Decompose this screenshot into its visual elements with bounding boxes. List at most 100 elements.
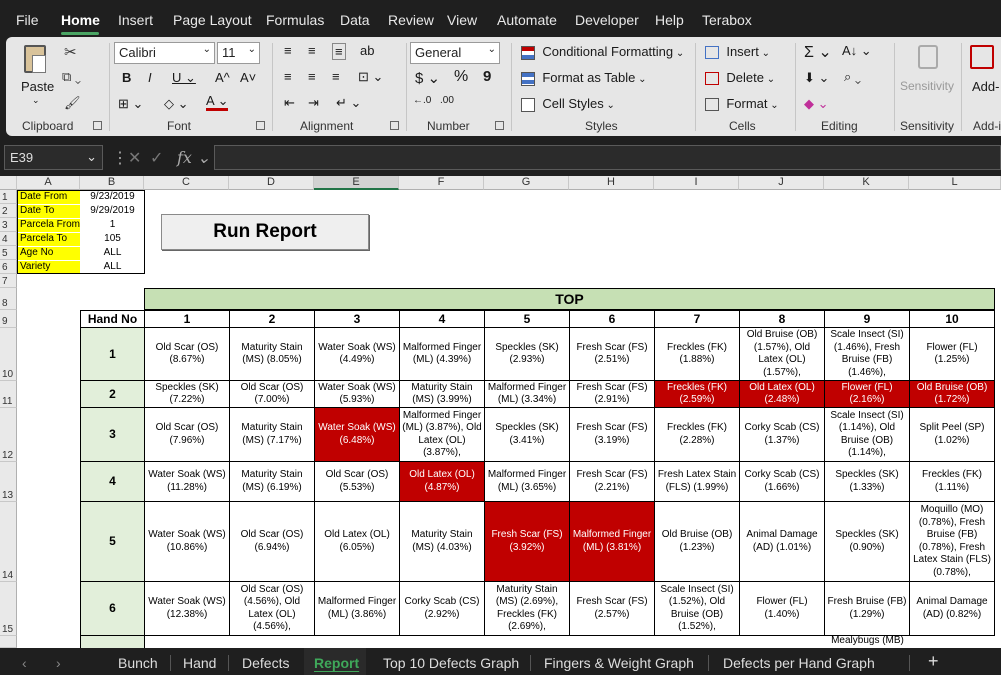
param-value[interactable]: 1: [81, 219, 144, 232]
defect-cell[interactable]: Speckles (SK) (0.90%): [825, 502, 910, 582]
column-header[interactable]: L: [909, 176, 1001, 190]
defect-cell[interactable]: Fresh Scar (FS) (2.21%): [570, 462, 655, 502]
cell-styles-button[interactable]: Cell Styles ⌄: [521, 96, 615, 112]
comma-icon[interactable]: 9: [483, 68, 491, 85]
find-select-icon[interactable]: ⌕ ⌄: [844, 69, 861, 85]
delete-cells-button[interactable]: Delete ⌄: [705, 70, 775, 86]
font-color-icon[interactable]: A ⌄: [206, 94, 229, 111]
scroll-left-icon[interactable]: ‹: [22, 655, 27, 671]
defect-cell[interactable]: Animal Damage (AD) (0.82%): [910, 582, 995, 636]
defect-cell[interactable]: Water Soak (WS) (10.86%): [145, 502, 230, 582]
defect-cell[interactable]: Maturity Stain (MS) (8.05%): [230, 328, 315, 381]
row-header[interactable]: 8: [0, 288, 17, 310]
paste-button[interactable]: Paste ⌄: [16, 43, 56, 105]
bold-button[interactable]: B: [122, 70, 131, 85]
defect-cell[interactable]: Split Peel (SP) (1.02%): [910, 408, 995, 462]
defect-cell[interactable]: Corky Scab (CS) (1.37%): [740, 408, 825, 462]
defect-cell[interactable]: Malformed Finger (ML) (3.86%): [315, 582, 400, 636]
defect-cell[interactable]: Malformed Finger (ML) (3.87%), Old Latex…: [400, 408, 485, 462]
menu-tab-developer[interactable]: Developer: [575, 12, 639, 28]
font-name-select[interactable]: Calibri ⌄: [114, 42, 215, 64]
scroll-right-icon[interactable]: ›: [56, 655, 61, 671]
defect-cell[interactable]: Freckles (FK) (2.28%): [655, 408, 740, 462]
number-format-select[interactable]: General ⌄: [410, 42, 500, 64]
defect-cell[interactable]: Old Scar (OS) (8.67%): [145, 328, 230, 381]
defect-cell[interactable]: Old Scar (OS) (7.00%): [230, 381, 315, 408]
defect-cell[interactable]: Fresh Scar (FS) (2.91%): [570, 381, 655, 408]
defect-cell[interactable]: Water Soak (WS) (11.28%): [145, 462, 230, 502]
sensitivity-button[interactable]: Sensitivity: [899, 43, 957, 103]
defect-cell[interactable]: Speckles (SK) (7.22%): [145, 381, 230, 408]
defect-cell[interactable]: Speckles (SK) (2.93%): [485, 328, 570, 381]
cancel-icon[interactable]: ✕: [128, 148, 141, 168]
defect-cell[interactable]: Malformed Finger (ML) (4.39%): [400, 328, 485, 381]
defect-cell[interactable]: Flower (FL) (1.25%): [910, 328, 995, 381]
row-header[interactable]: 9: [0, 310, 17, 328]
defect-cell[interactable]: Water Soak (WS) (12.38%): [145, 582, 230, 636]
param-value[interactable]: 105: [81, 233, 144, 246]
decrease-indent-icon[interactable]: ⇤: [284, 95, 295, 111]
row-header[interactable]: 7: [0, 274, 17, 288]
defect-cell[interactable]: Freckles (FK) (1.11%): [910, 462, 995, 502]
defect-cell[interactable]: Moquillo (MO) (0.78%), Fresh Bruise (FB)…: [910, 502, 995, 582]
defect-cell[interactable]: Fresh Bruise (FB) (1.29%): [825, 582, 910, 636]
fill-color-icon[interactable]: ◇ ⌄: [164, 96, 189, 112]
row-header[interactable]: 13: [0, 462, 17, 502]
run-report-button[interactable]: Run Report: [161, 214, 369, 250]
column-header[interactable]: F: [399, 176, 484, 190]
wrap-text-icon[interactable]: ↵ ⌄: [336, 95, 361, 111]
defect-cell[interactable]: Fresh Latex Stain (FLS) (1.99%): [655, 462, 740, 502]
insert-cells-button[interactable]: Insert ⌄: [705, 44, 770, 60]
sheet-tab-report[interactable]: Report: [314, 655, 359, 671]
insert-function-icon[interactable]: fx ⌄: [177, 148, 210, 167]
row-header[interactable]: 5: [0, 246, 17, 260]
row-header[interactable]: 11: [0, 381, 17, 408]
row-header[interactable]: 6: [0, 260, 17, 274]
defect-cell[interactable]: Malformed Finger (ML) (3.65%): [485, 462, 570, 502]
sheet-tab-bunch[interactable]: Bunch: [118, 655, 158, 671]
menu-tab-view[interactable]: View: [447, 12, 477, 28]
row-header[interactable]: 15: [0, 582, 17, 636]
defect-cell[interactable]: Scale Insect (SI) (1.52%), Old Bruise (O…: [655, 582, 740, 636]
defect-cell[interactable]: Old Scar (OS) (6.94%): [230, 502, 315, 582]
align-left-icon[interactable]: ≡: [284, 69, 292, 84]
defect-cell[interactable]: Scale Insect (SI) (1.46%), Fresh Bruise …: [825, 328, 910, 381]
select-all-corner[interactable]: [0, 176, 17, 190]
align-center-icon[interactable]: ≡: [308, 69, 316, 84]
defect-cell[interactable]: Old Scar (OS) (4.56%), Old Latex (OL) (4…: [230, 582, 315, 636]
conditional-formatting-button[interactable]: Conditional Formatting ⌄: [521, 44, 684, 60]
defect-cell[interactable]: Maturity Stain (MS) (6.19%): [230, 462, 315, 502]
font-launcher-icon[interactable]: [256, 121, 265, 130]
row-header[interactable]: [0, 636, 17, 648]
underline-button[interactable]: U ⌄: [172, 70, 196, 86]
column-header[interactable]: K: [824, 176, 909, 190]
cut-icon[interactable]: ✂: [64, 43, 77, 61]
defect-cell[interactable]: Scale Insect (SI) (1.14%), Old Bruise (O…: [825, 408, 910, 462]
menu-tab-page-layout[interactable]: Page Layout: [173, 12, 252, 28]
defect-cell[interactable]: Freckles (FK) (1.88%): [655, 328, 740, 381]
add-sheet-icon[interactable]: +: [928, 651, 939, 672]
column-header[interactable]: D: [229, 176, 314, 190]
defect-cell[interactable]: Old Bruise (OB) (1.57%), Old Latex (OL) …: [740, 328, 825, 381]
row-header[interactable]: 1: [0, 190, 17, 204]
defect-cell[interactable]: Corky Scab (CS) (2.92%): [400, 582, 485, 636]
defect-cell[interactable]: Flower (FL) (1.40%): [740, 582, 825, 636]
more-options-icon[interactable]: ⋮: [112, 148, 128, 168]
defect-cell[interactable]: Maturity Stain (MS) (7.17%): [230, 408, 315, 462]
defect-cell-highlighted[interactable]: Freckles (FK) (2.59%): [655, 381, 740, 408]
addins-button[interactable]: Add-: [966, 43, 1001, 103]
row-header[interactable]: 10: [0, 328, 17, 381]
defect-cell[interactable]: Speckles (SK) (1.33%): [825, 462, 910, 502]
increase-font-icon[interactable]: A^: [215, 70, 230, 85]
defect-cell[interactable]: Old Latex (OL) (6.05%): [315, 502, 400, 582]
menu-tab-insert[interactable]: Insert: [118, 12, 153, 28]
menu-tab-review[interactable]: Review: [388, 12, 434, 28]
menu-tab-terabox[interactable]: Terabox: [702, 12, 752, 28]
defect-cell-highlighted[interactable]: Old Latex (OL) (2.48%): [740, 381, 825, 408]
italic-button[interactable]: I: [148, 70, 152, 85]
sheet-tab-top-10-defects-graph[interactable]: Top 10 Defects Graph: [383, 655, 519, 671]
merge-center-icon[interactable]: ⊡ ⌄: [358, 69, 383, 85]
copy-icon[interactable]: ⧉ ⌄: [62, 69, 81, 85]
decrease-font-icon[interactable]: A˅: [240, 70, 256, 85]
orientation-icon[interactable]: ab: [360, 43, 374, 58]
